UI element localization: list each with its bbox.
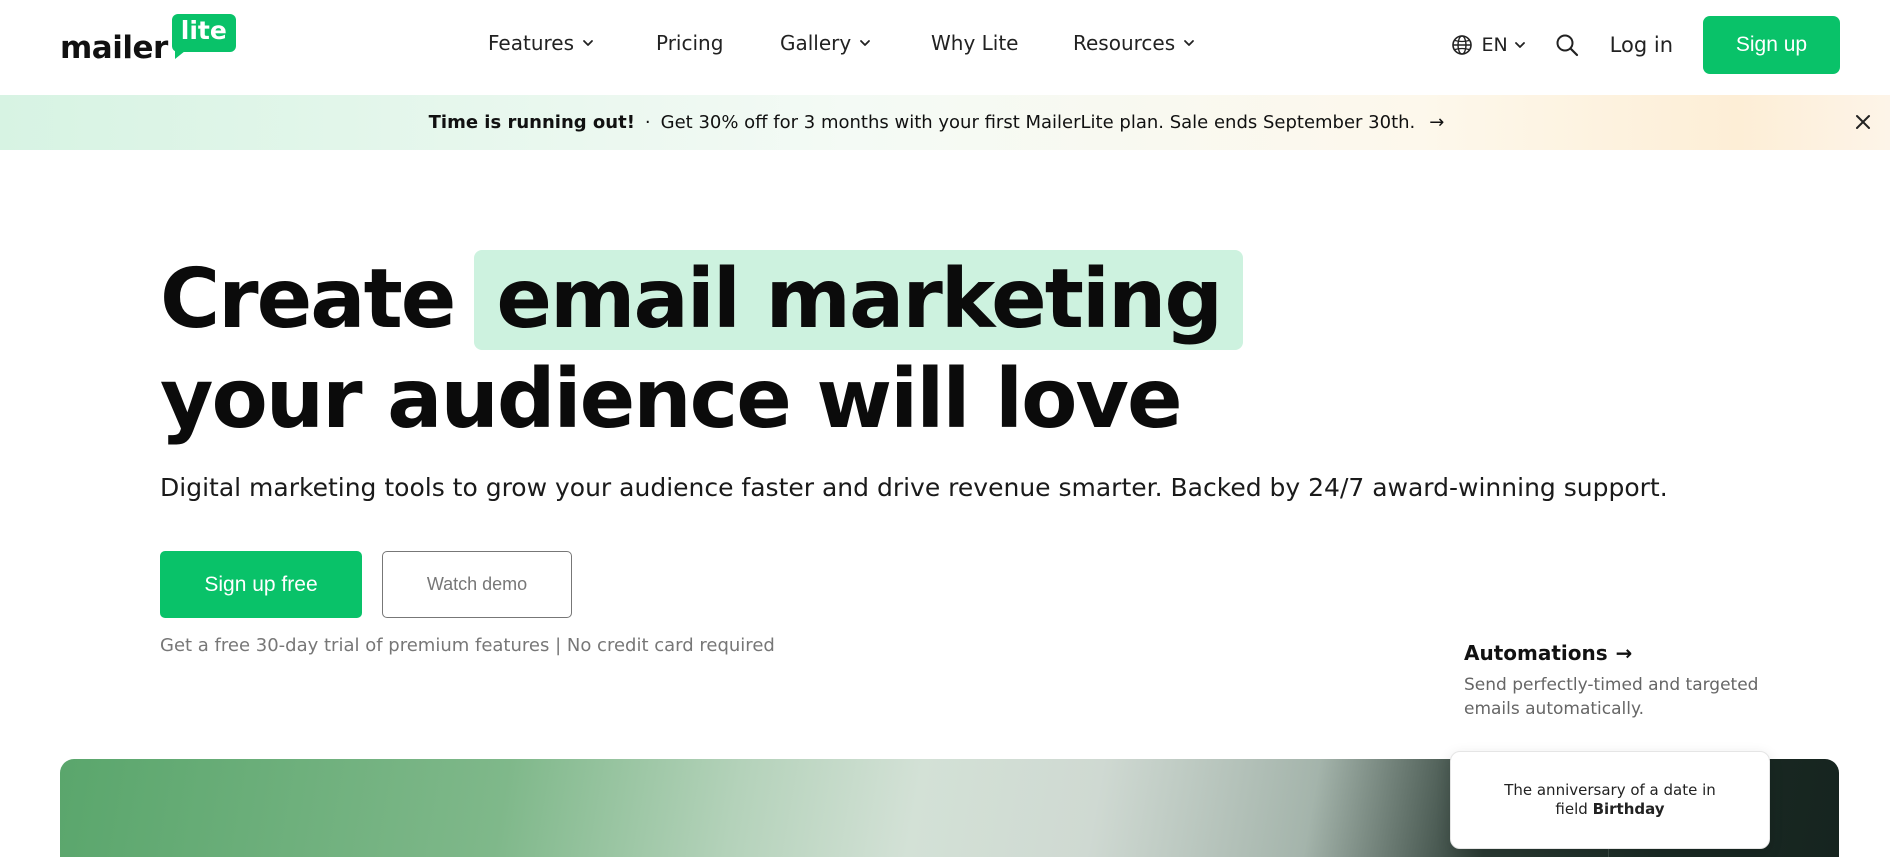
hero-title-line1: Create email marketing bbox=[160, 250, 1244, 350]
nav-pricing[interactable]: Pricing bbox=[656, 31, 723, 55]
close-icon bbox=[1856, 115, 1870, 129]
mailerlite-logo[interactable]: mailer lite bbox=[60, 14, 236, 66]
search-icon bbox=[1556, 34, 1578, 57]
hero-subtitle: Digital marketing tools to grow your aud… bbox=[160, 473, 1668, 502]
trigger-card-field: Birthday bbox=[1592, 800, 1665, 818]
promo-separator: · bbox=[644, 112, 651, 133]
logo-badge: lite bbox=[171, 14, 236, 59]
header-tools: EN Log in Sign up bbox=[1451, 16, 1840, 74]
nav-features[interactable]: Features bbox=[488, 31, 594, 55]
feature-description: Send perfectly-timed and targeted emails… bbox=[1464, 675, 1759, 719]
hero-title-prefix: Create bbox=[160, 252, 456, 347]
automations-link[interactable]: Automations → bbox=[1464, 641, 1784, 665]
promo-banner[interactable]: Time is running out! · Get 30% off for 3… bbox=[0, 95, 1890, 150]
site-header: mailer lite Features Pricing Gallery Why… bbox=[0, 0, 1890, 95]
language-label: EN bbox=[1481, 34, 1508, 56]
nav-features-label: Features bbox=[488, 31, 574, 55]
signup-free-button[interactable]: Sign up free bbox=[160, 551, 362, 618]
promo-headline: Time is running out! bbox=[428, 112, 635, 133]
promo-content: Time is running out! · Get 30% off for 3… bbox=[429, 112, 1445, 133]
feature-title-label: Automations bbox=[1464, 641, 1608, 665]
login-link[interactable]: Log in bbox=[1610, 33, 1673, 57]
chevron-down-icon bbox=[583, 40, 593, 46]
chevron-down-icon bbox=[1184, 40, 1195, 46]
promo-message: Get 30% off for 3 months with your first… bbox=[660, 112, 1416, 133]
nav-why-lite-label: Why Lite bbox=[931, 31, 1019, 55]
nav-gallery[interactable]: Gallery bbox=[780, 31, 871, 55]
language-selector[interactable]: EN bbox=[1451, 34, 1533, 56]
feature-callout: Automations → Send perfectly-timed and t… bbox=[1464, 641, 1784, 721]
trial-note: Get a free 30-day trial of premium featu… bbox=[160, 635, 775, 656]
trigger-card-text: The anniversary of a date in field Birth… bbox=[1491, 781, 1729, 819]
nav-why-lite[interactable]: Why Lite bbox=[931, 31, 1019, 55]
nav-gallery-label: Gallery bbox=[780, 31, 852, 55]
nav-resources[interactable]: Resources bbox=[1073, 31, 1195, 55]
signup-button[interactable]: Sign up bbox=[1703, 16, 1840, 74]
watch-demo-button[interactable]: Watch demo bbox=[382, 551, 572, 618]
hero-title-line2: your audience will love bbox=[160, 352, 1183, 447]
promo-close-button[interactable] bbox=[1850, 109, 1876, 135]
chevron-down-icon bbox=[860, 40, 871, 46]
nav-pricing-label: Pricing bbox=[656, 31, 724, 55]
automation-trigger-card[interactable]: The anniversary of a date in field Birth… bbox=[1450, 751, 1770, 849]
nav-resources-label: Resources bbox=[1073, 31, 1176, 55]
globe-icon bbox=[1452, 35, 1473, 55]
arrow-right-icon: → bbox=[1615, 641, 1633, 665]
hero-title-highlight: email marketing bbox=[474, 250, 1244, 350]
arrow-right-icon[interactable]: → bbox=[1429, 112, 1444, 133]
search-button[interactable] bbox=[1554, 32, 1580, 58]
logo-word: mailer bbox=[60, 30, 168, 66]
hero-title: Create email marketing your audience wil… bbox=[160, 250, 1244, 450]
chevron-down-icon bbox=[1514, 42, 1525, 48]
